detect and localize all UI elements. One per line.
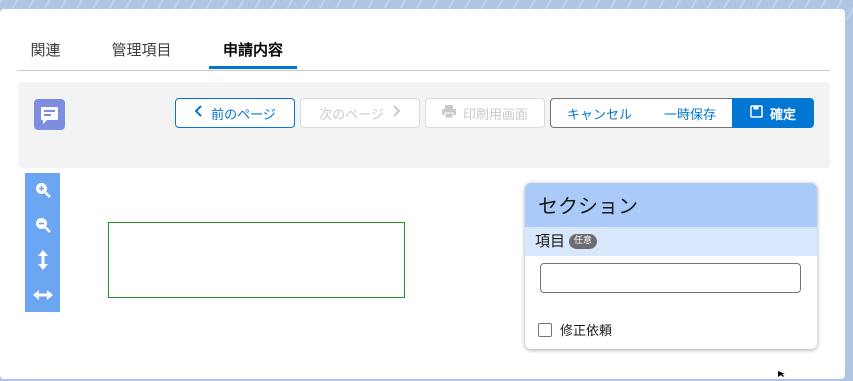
zoom-out-icon[interactable] — [25, 208, 60, 242]
print-view-button[interactable]: 印刷用画面 — [425, 98, 545, 128]
tab-bar: 関連 管理項目 申請内容 — [17, 30, 830, 71]
save-draft-button[interactable]: 一時保存 — [648, 98, 733, 128]
field-label: 項目 — [535, 232, 566, 250]
revision-request-row[interactable]: 修正依頼 — [538, 320, 612, 339]
zoom-in-icon[interactable] — [25, 173, 60, 207]
tab-related[interactable]: 関連 — [17, 30, 74, 69]
print-view-label: 印刷用画面 — [462, 107, 528, 123]
fit-height-icon[interactable] — [25, 243, 60, 277]
revision-request-label: 修正依頼 — [560, 324, 613, 339]
prev-page-label: 前のページ — [211, 107, 276, 123]
prev-page-button[interactable]: 前のページ — [175, 98, 295, 128]
chevron-left-icon — [194, 105, 204, 121]
section-panel: セクション 項目 任意 修正依頼 — [525, 183, 817, 349]
document-toolbar: 前のページ 次のページ 印刷用画面 キャンセル 一時保存 確定 — [18, 82, 830, 168]
section-title: セクション — [525, 183, 817, 227]
chevron-right-icon — [391, 105, 401, 121]
document-icon — [34, 99, 65, 130]
mouse-cursor-icon — [778, 362, 786, 381]
printer-icon — [441, 104, 456, 122]
next-page-button[interactable]: 次のページ — [300, 98, 420, 128]
item-input[interactable] — [540, 263, 801, 293]
viewer-zoom-toolbar — [25, 173, 60, 312]
tab-application-content[interactable]: 申請内容 — [209, 30, 297, 69]
revision-request-checkbox[interactable] — [538, 322, 552, 337]
confirm-label: 確定 — [769, 107, 796, 123]
tab-management-items[interactable]: 管理項目 — [100, 30, 183, 69]
cancel-label: キャンセル — [566, 107, 632, 123]
cancel-button[interactable]: キャンセル — [550, 98, 649, 128]
next-page-label: 次のページ — [319, 107, 384, 123]
save-icon — [750, 104, 763, 122]
action-button-group: キャンセル 一時保存 確定 — [550, 98, 814, 128]
selected-region-box[interactable] — [108, 222, 405, 298]
field-header: 項目 任意 — [525, 227, 817, 256]
confirm-button[interactable]: 確定 — [732, 98, 814, 128]
optional-badge: 任意 — [569, 234, 598, 249]
fit-width-icon[interactable] — [25, 278, 60, 312]
save-draft-label: 一時保存 — [663, 107, 716, 123]
